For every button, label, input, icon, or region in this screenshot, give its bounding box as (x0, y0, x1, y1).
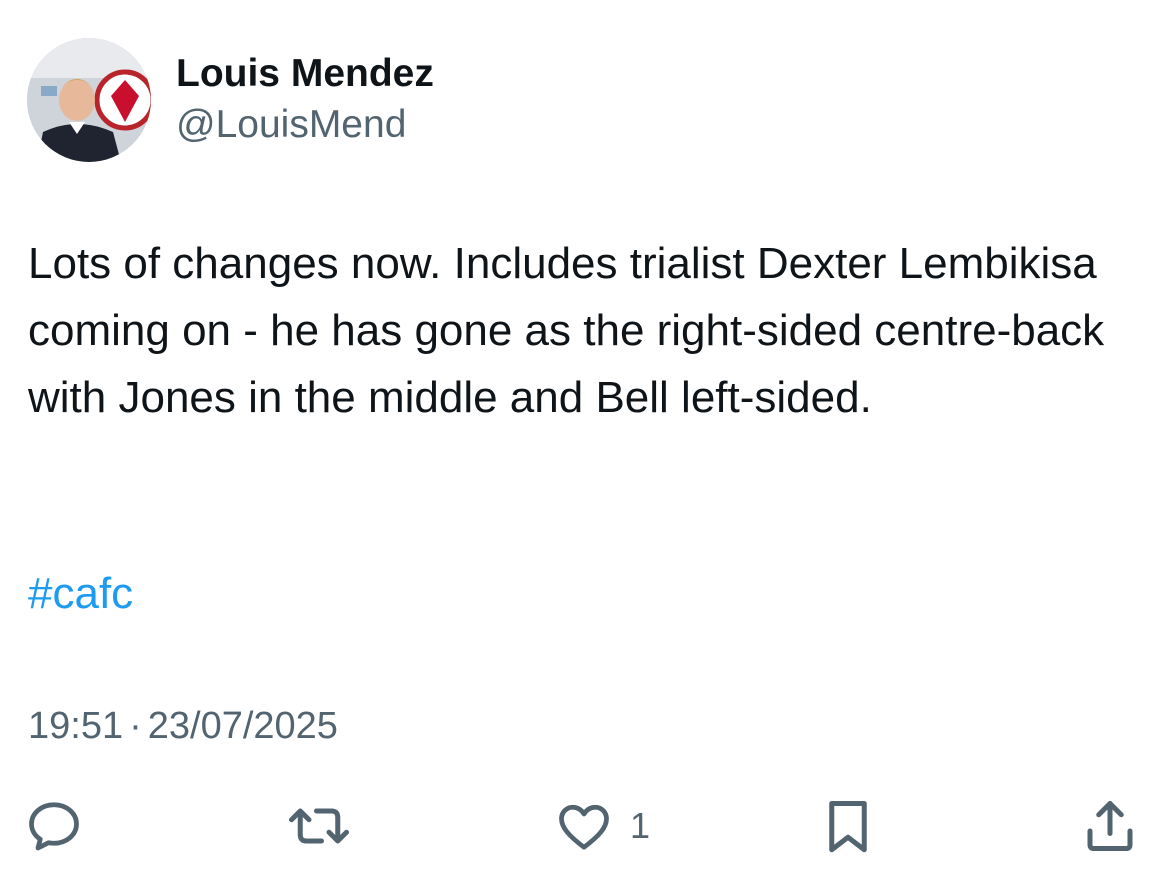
tweet-date: 23/07/2025 (147, 705, 338, 747)
bookmark-button[interactable] (818, 796, 878, 856)
like-count: 1 (630, 805, 651, 846)
share-button[interactable] (1080, 796, 1140, 856)
reply-icon (29, 802, 79, 851)
avatar[interactable] (27, 38, 151, 162)
heart-icon (559, 804, 609, 850)
profile-photo-icon (27, 38, 151, 162)
like-button[interactable]: 1 (554, 796, 650, 856)
tweet-time: 19:51 (28, 705, 124, 747)
tweet-timestamp[interactable]: 19:51 · 23/07/2025 (28, 700, 338, 752)
tweet-text: Lots of changes now. Includes trialist D… (28, 239, 1105, 422)
repost-icon (289, 808, 349, 844)
timestamp-separator: · (129, 705, 142, 747)
reply-button[interactable] (24, 796, 84, 856)
author-display-name[interactable]: Louis Mendez (176, 51, 434, 97)
bookmark-icon (829, 801, 867, 853)
repost-button[interactable] (286, 796, 352, 856)
author-handle[interactable]: @LouisMend (176, 102, 406, 148)
hashtag-link[interactable]: #cafc (28, 560, 133, 627)
share-icon (1087, 801, 1133, 851)
